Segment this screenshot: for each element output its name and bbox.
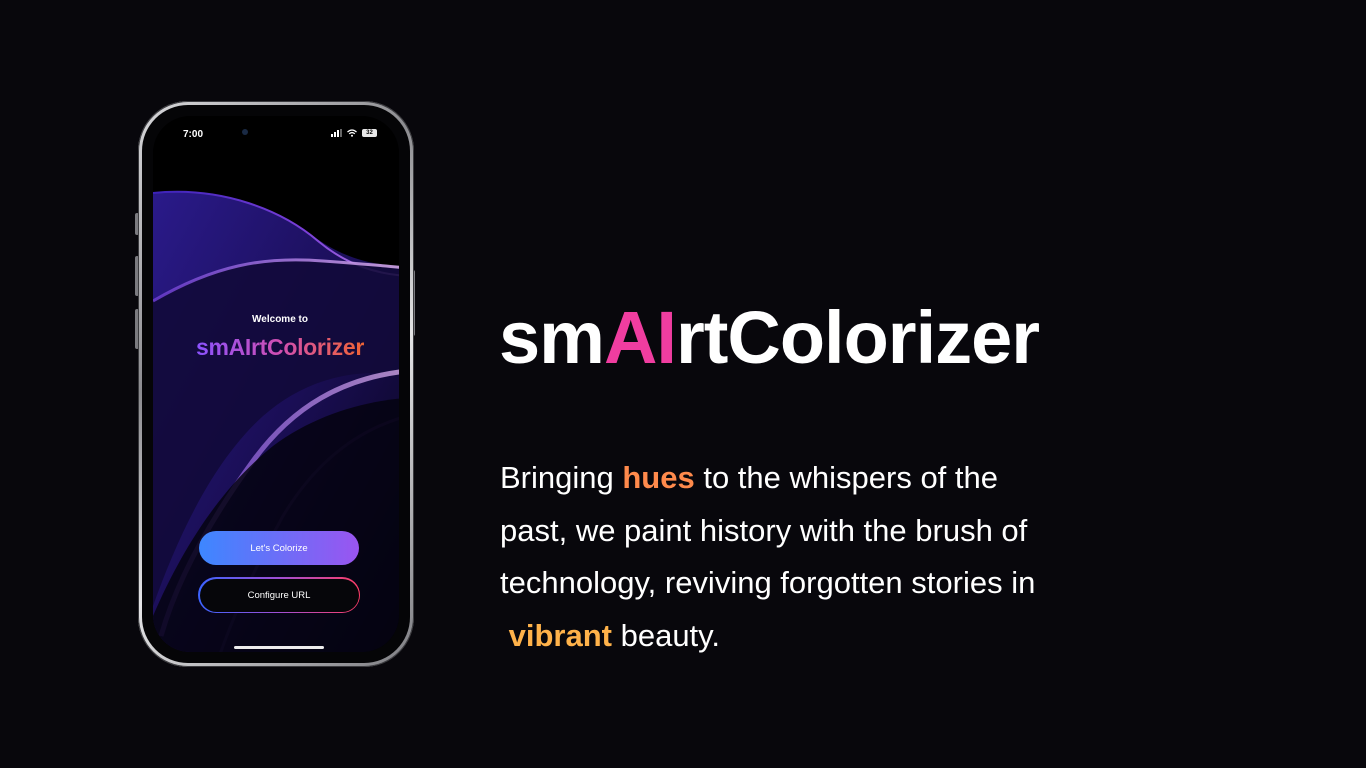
hero-title-suffix: rtColorizer: [675, 296, 1040, 379]
highlight-hues: hues: [622, 460, 695, 495]
battery-icon: 32: [362, 129, 377, 137]
status-time: 7:00: [183, 129, 204, 140]
tagline-line-3: technology, reviving forgotten stories i…: [500, 565, 1036, 600]
app-screen: 7:00 32 Welcome to smAIrtColorizer Let's…: [153, 116, 399, 652]
hero-title: smAIrtColorizer: [499, 295, 1040, 381]
tagline-text: to the whispers of the: [694, 460, 998, 495]
lets-colorize-button[interactable]: Let's Colorize: [199, 531, 359, 565]
app-name-title: smAIrtColorizer: [153, 334, 399, 361]
app-name-text: smAIrtColorizer: [195, 334, 365, 360]
tagline-line-2: past, we paint history with the brush of: [500, 512, 1028, 548]
tagline-text: beauty.: [611, 617, 720, 653]
welcome-text: Welcome to: [252, 314, 308, 325]
configure-url-button[interactable]: Configure URL: [199, 578, 359, 612]
tagline-line-1: Bringing hues to the whispers of the: [500, 452, 1140, 505]
configure-url-border: Configure URL: [198, 577, 360, 613]
hero-title-ai: AI: [603, 296, 677, 379]
highlight-vibrant: vibrant: [508, 617, 612, 653]
tagline-line-4: vibrant beauty.: [500, 610, 1140, 663]
home-indicator: [234, 646, 324, 649]
hero-title-prefix: sm: [499, 296, 605, 379]
status-icons: 32: [331, 129, 377, 137]
tagline: Bringing hues to the whispers of the pas…: [500, 452, 1140, 662]
dynamic-island: [241, 123, 329, 143]
background-wave-art: [153, 190, 399, 652]
phone-bezel: 7:00 32 Welcome to smAIrtColorizer Let's…: [142, 105, 410, 663]
tagline-text: Bringing: [500, 460, 623, 495]
wifi-icon: [347, 129, 357, 137]
phone-mockup: 7:00 32 Welcome to smAIrtColorizer Let's…: [138, 101, 414, 667]
signal-icon: [331, 129, 342, 137]
camera-icon: [242, 129, 248, 135]
